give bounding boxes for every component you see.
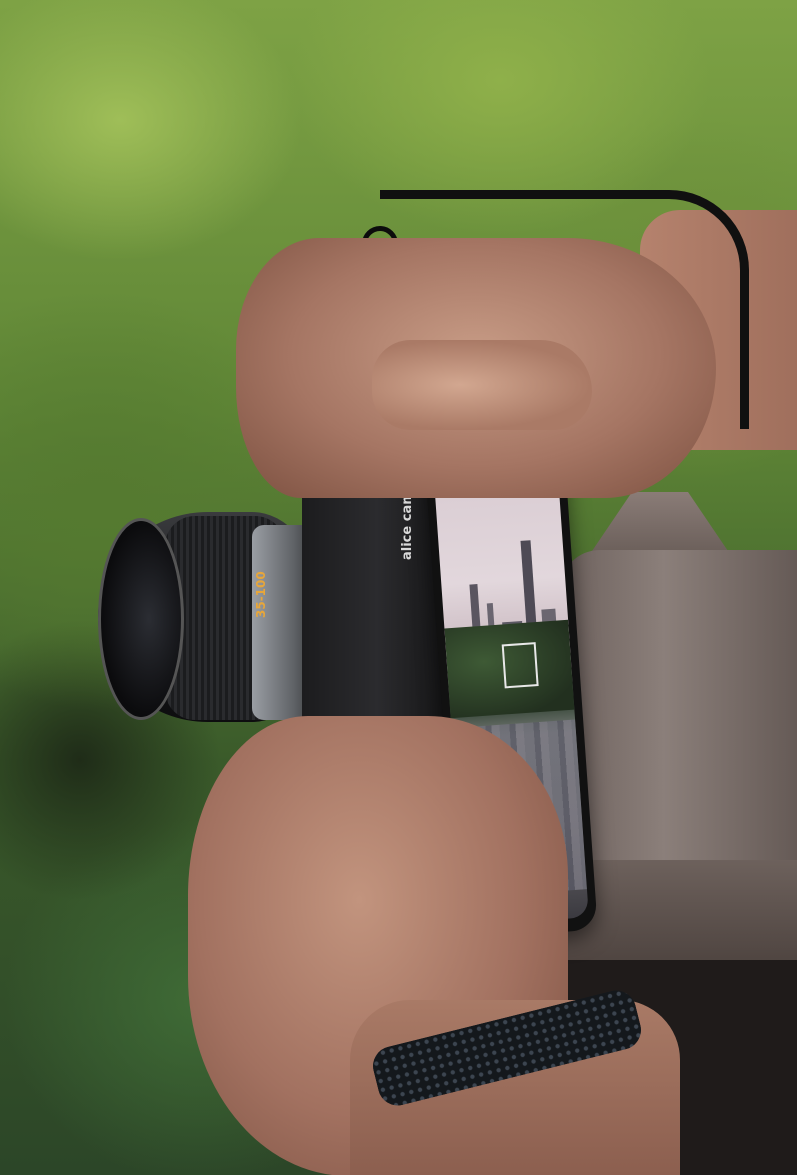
photo-scene: 35-100 alice camera ⚙ [0,0,797,1175]
lens-focal-label: 35-100 [254,571,268,618]
focus-box[interactable] [501,642,539,689]
thumb [372,340,592,430]
lens-front-element [98,518,184,720]
